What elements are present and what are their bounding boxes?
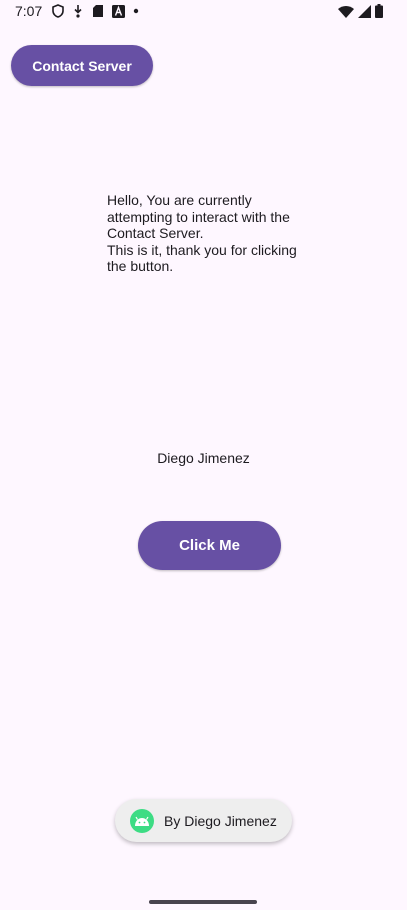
toast: By Diego Jimenez [115, 799, 292, 842]
battery-icon [375, 4, 383, 18]
click-me-button[interactable]: Click Me [138, 521, 281, 570]
contact-server-button[interactable]: Contact Server [11, 45, 153, 86]
status-system-icons [338, 4, 383, 18]
signal-icon [358, 4, 371, 18]
status-notification-icons [52, 4, 139, 18]
android-icon [130, 808, 154, 833]
toast-text: By Diego Jimenez [164, 812, 277, 829]
wifi-icon [338, 5, 354, 18]
dot-icon [133, 8, 139, 14]
message-line-intro: Hello, You are currently attempting to i… [107, 192, 290, 241]
message-line-thanks: This is it, thank you for clicking the b… [107, 241, 297, 275]
sd-card-icon [92, 4, 104, 18]
status-bar: 7:07 [0, 0, 407, 24]
download-icon [72, 4, 84, 18]
status-time: 7:07 [15, 3, 43, 19]
gesture-navigation-bar[interactable] [149, 900, 257, 904]
font-icon [112, 4, 125, 18]
author-name: Diego Jimenez [157, 450, 250, 466]
message-text: Hello, You are currently attempting to i… [107, 192, 307, 275]
shield-icon [52, 4, 64, 18]
